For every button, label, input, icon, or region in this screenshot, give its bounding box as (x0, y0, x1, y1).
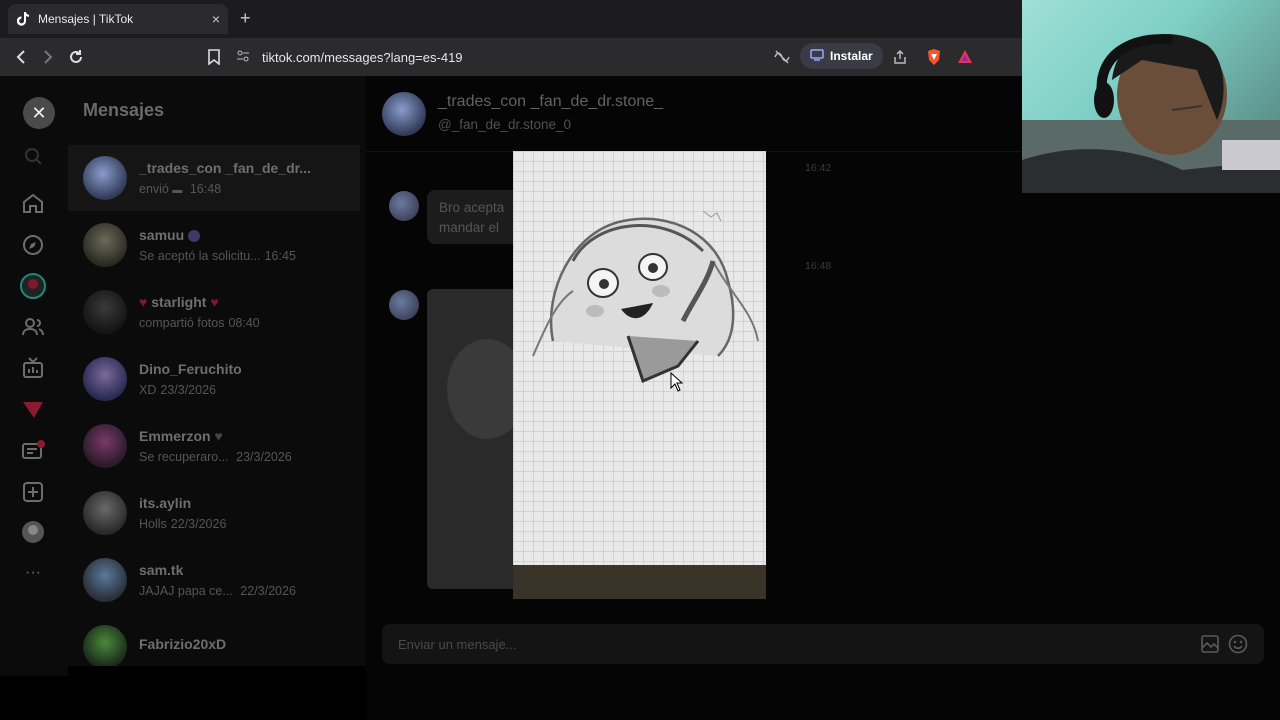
forward-icon[interactable] (34, 43, 62, 71)
brave-rewards-icon[interactable] (956, 48, 974, 66)
conversation-item[interactable]: Fabrizio20xD (68, 614, 360, 666)
install-button[interactable]: Instalar (800, 43, 883, 69)
url-text: tiktok.com/messages?lang=es-419 (262, 49, 463, 65)
avatar (83, 357, 127, 401)
person-image (1022, 34, 1280, 193)
explore-icon[interactable] (20, 232, 46, 258)
conversation-name: Dino_Feruchito (139, 361, 242, 377)
conversation-item[interactable]: Dino_Feruchito XD 23/3/2026 (68, 346, 360, 412)
brave-shield-icon[interactable] (925, 48, 943, 66)
conversation-time: 16:45 (264, 249, 296, 263)
more-icon[interactable]: ··· (20, 560, 46, 586)
conversation-name: sam.tk (139, 562, 184, 578)
search-icon[interactable] (20, 143, 46, 169)
monitor-icon (810, 48, 824, 64)
conversation-item[interactable]: samuu Se aceptó la solicitu... 16:45 (68, 212, 360, 278)
tracking-off-icon[interactable] (773, 48, 791, 66)
site-settings-icon[interactable] (236, 49, 250, 66)
following-avatar-icon[interactable] (20, 273, 46, 299)
message-input[interactable]: Enviar un mensaje... (382, 624, 1264, 664)
bookmark-icon[interactable] (200, 43, 228, 71)
emoji-icon[interactable] (1228, 634, 1248, 654)
conversation-item[interactable]: its.aylin Holls 22/3/2026 (68, 480, 360, 546)
avatar (83, 424, 127, 468)
heart-icon: ♥ (139, 294, 148, 310)
tiktok-icon (16, 12, 30, 26)
conversation-name: samuu (139, 227, 185, 243)
avatar (83, 558, 127, 602)
verified-icon (188, 230, 201, 243)
avatar (83, 491, 127, 535)
tab-title: Mensajes | TikTok (38, 12, 134, 26)
browser-tab[interactable]: Mensajes | TikTok × (8, 4, 228, 34)
conversation-name: its.aylin (139, 495, 192, 511)
profile-avatar-icon[interactable] (20, 519, 46, 545)
conversation-name: Emmerzon (139, 428, 211, 444)
close-tab-icon[interactable]: × (212, 11, 220, 27)
messages-icon[interactable] (20, 438, 46, 464)
close-icon[interactable]: ✕ (23, 97, 55, 129)
conversation-item[interactable]: sam.tk JAJAJ papa ce... 22/3/2026 (68, 547, 360, 613)
heart-icon: ♥ (214, 428, 223, 444)
image-message[interactable] (427, 289, 527, 589)
conversation-preview: compartió fotos (139, 316, 225, 330)
conversation-time: 22/3/2026 (170, 517, 227, 531)
table-edge (513, 565, 766, 599)
friends-icon[interactable] (20, 314, 46, 340)
avatar (83, 223, 127, 267)
avatar (389, 191, 419, 221)
avatar (389, 290, 419, 320)
conversation-preview: Se recuperaro... (139, 450, 229, 464)
conversation-item[interactable]: _trades_con _fan_de_dr... envió ▬ 16:48 (68, 145, 360, 211)
heart-icon: ♥ (210, 294, 219, 310)
conversation-time: 23/3/2026 (236, 450, 292, 464)
conversation-time: 16:48 (189, 182, 222, 196)
new-tab-button[interactable]: + (240, 8, 251, 29)
install-label: Instalar (830, 49, 873, 63)
live-icon[interactable] (20, 355, 46, 381)
chat-contact-handle: @_fan_de_dr.stone_0 (438, 117, 572, 132)
conversation-list: Mensajes _trades_con _fan_de_dr... envió… (68, 76, 366, 666)
message-placeholder: Enviar un mensaje... (398, 636, 517, 652)
message-timestamp: 16:42 (805, 162, 832, 174)
avatar (83, 156, 127, 200)
conversation-preview: Holls (139, 517, 167, 531)
inbox-send-icon[interactable] (20, 397, 46, 423)
back-icon[interactable] (7, 43, 35, 71)
conversation-name: starlight (151, 294, 207, 310)
avatar (83, 290, 127, 334)
conversation-name: Fabrizio20xD (139, 636, 227, 652)
sketch-drawing (532, 210, 759, 384)
conversation-name: _trades_con _fan_de_dr... (139, 160, 311, 176)
conversation-preview: envió (139, 182, 169, 196)
conversation-time: 23/3/2026 (160, 383, 216, 397)
conversation-preview: JAJAJ papa ce... (139, 584, 233, 598)
avatar[interactable] (382, 92, 426, 136)
share-icon[interactable] (891, 48, 909, 66)
message-timestamp: 16:48 (805, 260, 832, 272)
image-upload-icon[interactable] (1200, 634, 1220, 654)
conversation-time: 08:40 (228, 316, 260, 330)
conversation-item[interactable]: Emmerzon ♥ Se recuperaro... 23/3/2026 (68, 413, 360, 479)
reload-icon[interactable] (62, 43, 90, 71)
webcam-overlay (1022, 0, 1280, 193)
conversation-preview: Se aceptó la solicitu... (139, 249, 261, 263)
image-icon: ▬ (172, 185, 183, 196)
conversation-time: 22/3/2026 (240, 584, 296, 598)
avatar (83, 625, 127, 666)
conversation-preview: XD (139, 383, 157, 397)
mouse-cursor-icon (670, 371, 684, 397)
left-nav-rail: ✕ ··· (0, 76, 68, 676)
conversation-item[interactable]: ♥ starlight ♥ compartió fotos 08:40 (68, 279, 360, 345)
page-title: Mensajes (83, 100, 165, 120)
home-icon[interactable] (20, 190, 46, 216)
image-preview[interactable] (513, 151, 766, 599)
upload-icon[interactable] (20, 479, 46, 505)
chat-contact-name[interactable]: _trades_con _fan_de_dr.stone_ (438, 93, 663, 111)
